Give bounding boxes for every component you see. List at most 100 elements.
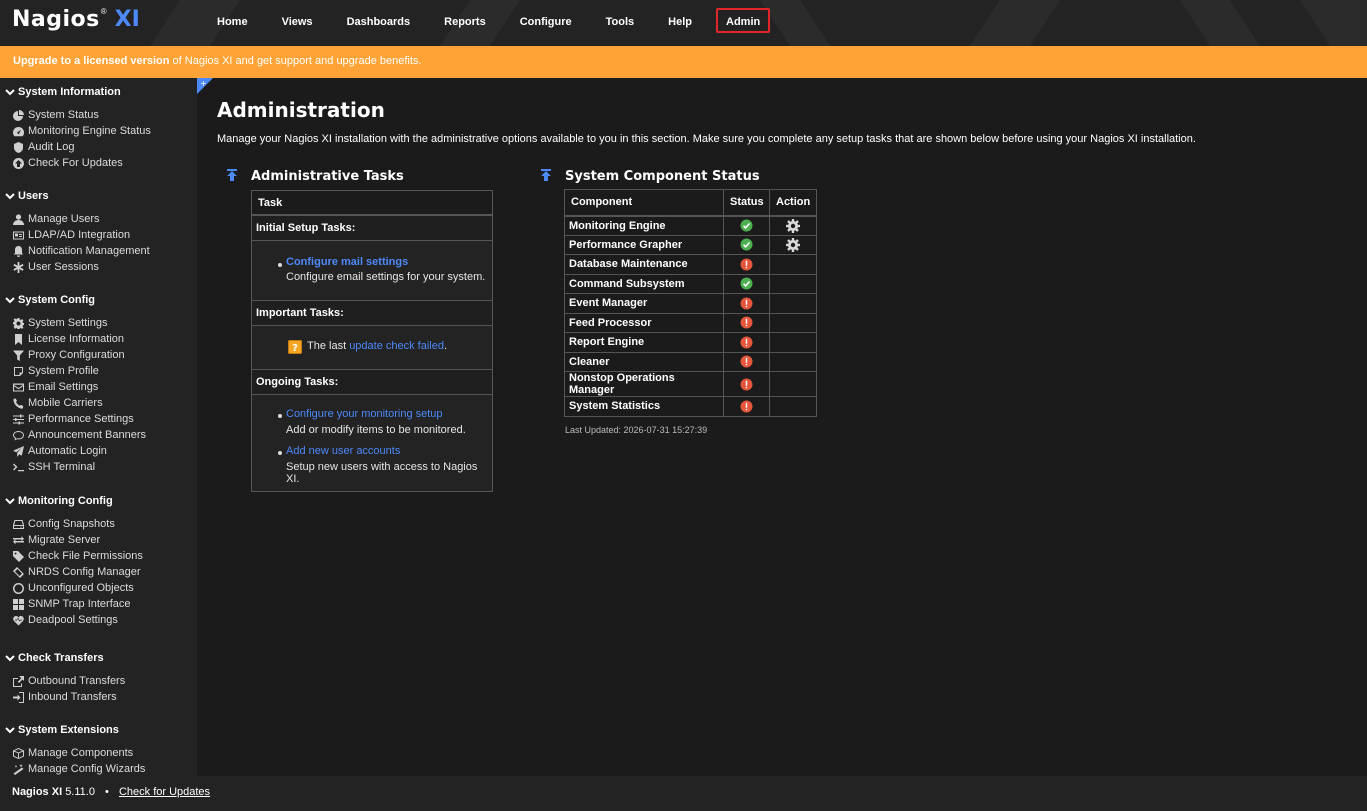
sidebar-item-label: Manage Components — [28, 747, 134, 759]
component-action — [769, 293, 817, 314]
sidebar-item-migrate-server[interactable]: Migrate Server — [13, 532, 100, 548]
nav-dashboards[interactable]: Dashboards — [337, 8, 421, 33]
tachometer-icon — [13, 126, 24, 136]
nav-help[interactable]: Help — [658, 8, 702, 33]
sidebar-section-users[interactable]: Users — [0, 188, 49, 204]
component-row-cleaner: Cleaner — [564, 351, 817, 372]
nav-reports[interactable]: Reports — [434, 8, 496, 33]
sidebar-item-system-settings[interactable]: System Settings — [13, 315, 107, 331]
configure-mail-link[interactable]: Configure mail settings — [286, 256, 408, 268]
component-settings-button[interactable] — [785, 218, 801, 233]
sidebar-item-label: Manage Users — [28, 213, 100, 225]
component-name: Report Engine — [564, 332, 724, 353]
sidebar-item-monitoring-engine-status[interactable]: Monitoring Engine Status — [13, 123, 151, 139]
component-status — [723, 312, 770, 333]
sidebar-section-system-config[interactable]: System Config — [0, 292, 95, 308]
sidebar-section-check-transfers[interactable]: Check Transfers — [0, 650, 104, 666]
upgrade-link[interactable]: Upgrade to a licensed version — [13, 55, 170, 67]
sidebar-item-user-sessions[interactable]: User Sessions — [13, 259, 99, 275]
footer-product: Nagios XI — [12, 786, 63, 798]
sidebar-item-outbound-transfers[interactable]: Outbound Transfers — [13, 673, 125, 689]
status-error-icon — [740, 258, 753, 271]
component-action[interactable] — [769, 234, 817, 255]
footer-separator: • — [105, 786, 109, 798]
footer: Nagios XI 5.11.0 • Check for Updates — [0, 776, 1367, 811]
component-name: System Statistics — [564, 396, 724, 417]
sidebar-item-automatic-login[interactable]: Automatic Login — [13, 443, 107, 459]
pin-icon[interactable] — [226, 168, 238, 182]
component-row-feed-processor: Feed Processor — [564, 312, 817, 333]
sidebar-item-inbound-transfers[interactable]: Inbound Transfers — [13, 689, 117, 705]
component-name: Performance Grapher — [564, 234, 724, 255]
footer-check-updates-link[interactable]: Check for Updates — [119, 786, 210, 798]
sidebar-item-snmp-trap-interface[interactable]: SNMP Trap Interface — [13, 596, 131, 612]
sidebar-item-label: License Information — [28, 333, 124, 345]
sidebar-section-title: System Extensions — [18, 724, 119, 736]
component-settings-button[interactable] — [785, 237, 801, 252]
sidebar-item-label: Unconfigured Objects — [28, 582, 134, 594]
component-row-system-statistics: System Statistics — [564, 396, 817, 417]
sidebar-section-title: Check Transfers — [18, 652, 104, 664]
sidebar-item-label: Mobile Carriers — [28, 397, 103, 409]
status-error-icon — [740, 355, 753, 368]
sidebar-item-system-status[interactable]: System Status — [13, 107, 99, 123]
sidebar-item-manage-components[interactable]: Manage Components — [13, 745, 133, 761]
terminal-icon — [13, 463, 24, 471]
component-action[interactable] — [769, 215, 817, 236]
sidebar-item-check-file-permissions[interactable]: Check File Permissions — [13, 548, 143, 564]
nav-views[interactable]: Views — [272, 8, 323, 33]
nagios-xi-logo[interactable]: Nagios ® XI — [12, 7, 140, 37]
asterisk-icon — [13, 261, 24, 273]
component-status-table: Component Status Action Monitoring Engin… — [564, 189, 817, 417]
pie-chart-icon — [13, 109, 24, 121]
sidebar-item-license-information[interactable]: License Information — [13, 331, 124, 347]
nav-tools[interactable]: Tools — [596, 8, 645, 33]
component-status — [723, 332, 770, 353]
component-row-performance-grapher: Performance Grapher — [564, 234, 817, 255]
nav-home[interactable]: Home — [207, 8, 258, 33]
sidebar-item-performance-settings[interactable]: Performance Settings — [13, 411, 134, 427]
nav-configure[interactable]: Configure — [510, 8, 582, 33]
add-users-link[interactable]: Add new user accounts — [286, 445, 400, 457]
sidebar-item-manage-config-wizards[interactable]: Manage Config Wizards — [13, 761, 145, 776]
status-column-header: Status — [723, 189, 770, 217]
status-error-icon — [740, 378, 753, 390]
update-check-failed-link[interactable]: update check failed — [349, 340, 444, 352]
sidebar-item-system-profile[interactable]: System Profile — [13, 363, 99, 379]
component-row-report-engine: Report Engine — [564, 332, 817, 353]
sidebar-item-ldap-ad-integration[interactable]: LDAP/AD Integration — [13, 227, 130, 243]
sidebar-section-system-extensions[interactable]: System Extensions — [0, 722, 119, 738]
configure-monitoring-link[interactable]: Configure your monitoring setup — [286, 408, 443, 420]
sidebar-item-ssh-terminal[interactable]: SSH Terminal — [13, 459, 95, 475]
sidebar-section-monitoring-config[interactable]: Monitoring Config — [0, 493, 113, 509]
component-action — [769, 332, 817, 353]
sidebar-item-proxy-configuration[interactable]: Proxy Configuration — [13, 347, 125, 363]
sidebar-item-label: LDAP/AD Integration — [28, 229, 131, 241]
sidebar-item-unconfigured-objects[interactable]: Unconfigured Objects — [13, 580, 134, 596]
sidebar-item-check-for-updates[interactable]: Check For Updates — [13, 155, 123, 171]
sidebar-item-deadpool-settings[interactable]: Deadpool Settings — [13, 612, 118, 628]
admin-tasks-table: Task Initial Setup Tasks: Configure mail… — [251, 190, 493, 492]
bullet — [278, 451, 282, 455]
logo-registered-mark: ® — [100, 7, 107, 16]
sidebar-item-notification-management[interactable]: Notification Management — [13, 243, 150, 259]
nav-admin[interactable]: Admin — [716, 8, 771, 33]
sidebar-item-audit-log[interactable]: Audit Log — [13, 139, 74, 155]
page-title: Administration — [217, 98, 385, 122]
chevron-down-icon — [5, 498, 15, 505]
sidebar-item-mobile-carriers[interactable]: Mobile Carriers — [13, 395, 103, 411]
upgrade-banner-text: of Nagios XI and get support and upgrade… — [169, 55, 422, 67]
sidebar-item-nrds-config-manager[interactable]: NRDS Config Manager — [13, 564, 141, 580]
sidebar-section-system-information[interactable]: System Information — [0, 84, 121, 100]
sidebar-item-announcement-banners[interactable]: Announcement Banners — [13, 427, 146, 443]
component-status — [723, 254, 770, 275]
sidebar-item-email-settings[interactable]: Email Settings — [13, 379, 98, 395]
sidebar-item-label: Notification Management — [28, 245, 150, 257]
gear-icon — [13, 317, 24, 329]
pin-icon[interactable] — [540, 168, 552, 182]
sidebar-item-label: System Status — [28, 109, 99, 121]
id-card-icon — [13, 231, 24, 239]
status-error-icon — [740, 316, 753, 329]
sidebar-item-manage-users[interactable]: Manage Users — [13, 211, 100, 227]
sidebar-item-config-snapshots[interactable]: Config Snapshots — [13, 516, 115, 532]
